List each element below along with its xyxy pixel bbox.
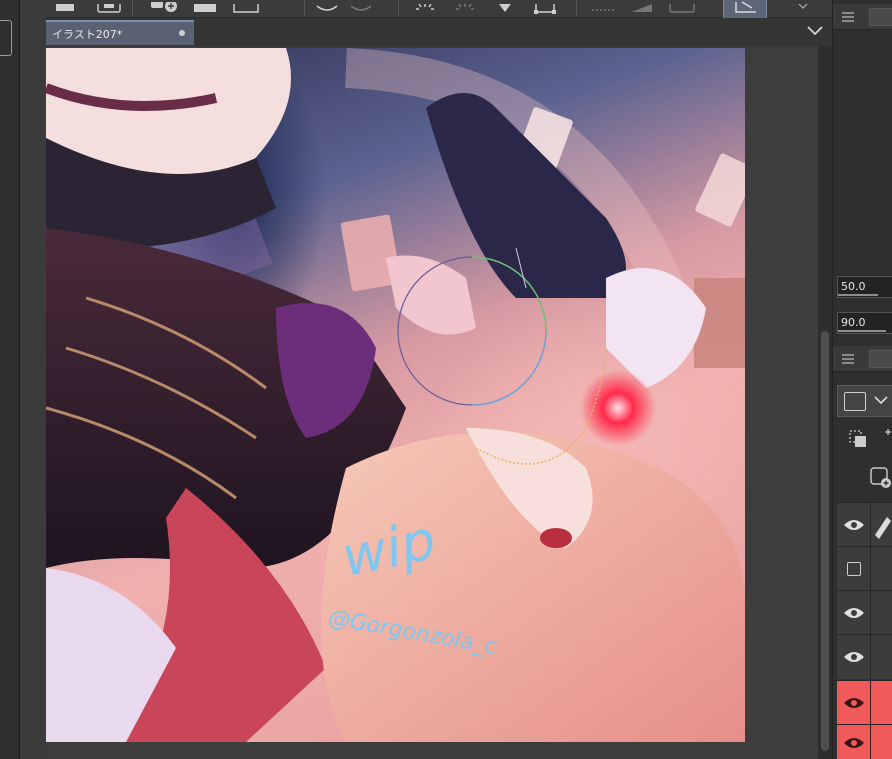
tab-document[interactable]: イラスト207* — [46, 20, 194, 45]
left-tool-strip — [0, 0, 20, 759]
illustration: wip @Gorgonzola_c — [46, 48, 745, 742]
rectangle-icon[interactable] — [230, 0, 262, 16]
fill-icon[interactable] — [490, 0, 520, 16]
brush-size-field[interactable]: 50.0 — [837, 276, 892, 298]
layer-row[interactable] — [837, 634, 892, 679]
command-bar — [46, 0, 832, 18]
layer-thumb — [871, 591, 892, 635]
layer-box-icon[interactable] — [94, 0, 124, 16]
layer-thumb — [871, 681, 892, 725]
opacity-value: 90.0 — [841, 316, 866, 329]
opacity-field[interactable]: 90.0 — [837, 312, 892, 334]
layer-row[interactable] — [837, 546, 892, 591]
eye-icon[interactable] — [837, 591, 871, 635]
sparkle-icon[interactable] — [450, 0, 480, 16]
blend-mode-select[interactable] — [837, 385, 892, 417]
app-window: イラスト207* wip @Gorgonzola_c 50.0 90.0 — [0, 0, 892, 759]
panel-tab-icon[interactable] — [869, 8, 892, 26]
layer-thumb — [871, 547, 892, 591]
left-gutter — [20, 0, 46, 759]
grid-icon[interactable] — [588, 0, 620, 16]
edit-icon[interactable] — [723, 0, 767, 18]
eye-icon[interactable] — [837, 503, 871, 547]
eye-icon[interactable] — [837, 681, 871, 725]
tool-panel-toggle[interactable] — [0, 20, 12, 56]
layer-row-selected[interactable] — [837, 724, 892, 759]
keyboard-icon[interactable] — [666, 0, 698, 16]
layer-tab-icon[interactable] — [869, 350, 892, 368]
canvas-area[interactable]: wip @Gorgonzola_c — [46, 46, 832, 759]
new-layer-icon[interactable] — [869, 466, 891, 488]
layer-row[interactable] — [837, 502, 892, 547]
opacity-slider[interactable] — [838, 330, 886, 332]
clip-layer-icon[interactable] — [847, 428, 869, 450]
brush-size-slider[interactable] — [838, 294, 878, 296]
tab-close-dot[interactable] — [179, 30, 185, 36]
ruler-icon[interactable] — [626, 0, 658, 16]
brightness-icon[interactable] — [410, 0, 440, 16]
document-tab-bar: イラスト207* — [46, 18, 832, 46]
chevron-down-icon — [874, 396, 888, 405]
transform-icon[interactable] — [530, 0, 560, 16]
folder-icon[interactable] — [190, 0, 220, 16]
eye-icon[interactable] — [837, 725, 871, 759]
lock-icon[interactable] — [883, 428, 892, 450]
redo-icon[interactable] — [346, 0, 376, 16]
tab-title: イラスト207* — [52, 27, 123, 41]
more-icon[interactable] — [786, 0, 816, 16]
canvas-vertical-scrollbar[interactable] — [818, 46, 832, 759]
new-layer-icon[interactable] — [52, 0, 78, 16]
eye-icon[interactable] — [837, 635, 871, 679]
layer-panel-header — [833, 346, 892, 372]
undo-icon[interactable] — [312, 0, 342, 16]
brush-size-value: 50.0 — [841, 280, 866, 293]
visibility-checkbox[interactable] — [837, 547, 871, 591]
right-panel: 50.0 90.0 — [832, 0, 892, 759]
chevron-down-icon[interactable] — [806, 24, 824, 38]
layer-thumb — [871, 635, 892, 679]
layer-row[interactable] — [837, 590, 892, 635]
layer-thumb — [871, 725, 892, 759]
add-icon[interactable] — [146, 0, 182, 16]
pen-icon — [871, 503, 892, 547]
panel-header-top — [833, 4, 892, 30]
menu-icon[interactable] — [842, 12, 854, 22]
layer-color-swatch — [844, 392, 866, 411]
menu-icon[interactable] — [842, 354, 854, 364]
layer-row-selected[interactable] — [837, 680, 892, 725]
artwork-canvas[interactable]: wip @Gorgonzola_c — [46, 48, 745, 742]
scrollbar-thumb[interactable] — [821, 331, 829, 751]
